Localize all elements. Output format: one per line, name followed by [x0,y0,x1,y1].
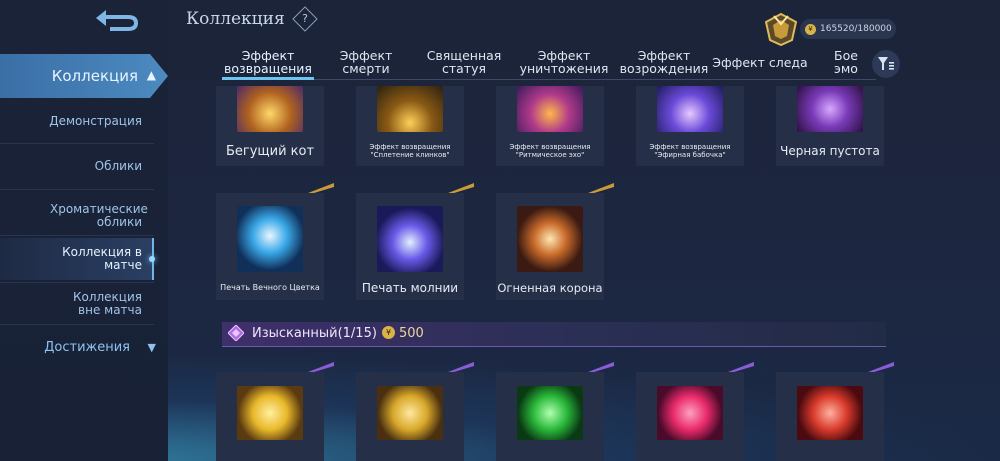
chevron-up-icon: ▲ [146,68,156,82]
rank-emblem-icon [764,12,798,46]
card-label: Эффект возвращения "Эфирная бабочка" [649,143,731,159]
card-label: Эффект возвращения "Сплетение клинков" [369,143,451,159]
tab-bar: Эффект возвращения Эффект смерти Священн… [222,46,886,80]
collection-card[interactable]: Печать молнии [356,183,474,300]
collection-card[interactable]: Эффект возвращения "Ритмическое эхо" [496,86,604,166]
sidebar-main-label: Коллекция [51,67,138,85]
gem-icon [228,325,244,341]
active-tab-indicator [222,77,314,80]
section-title: Изысканный(1/15) [252,326,377,341]
sidebar-item-skins[interactable]: Облики [0,160,154,173]
rarity-ribbon-icon [868,362,894,372]
sidebar-item-collection[interactable]: Коллекция ▲ [0,54,168,98]
effect-thumbnail [517,386,583,440]
coin-icon: ¥ [805,23,816,35]
back-arrow-icon[interactable] [88,6,142,36]
effect-thumbnail [377,206,443,272]
sidebar-item-achievements[interactable]: Достижения ▼ [0,340,156,355]
divider [0,235,154,236]
card-label: Печать молнии [361,281,459,295]
effect-thumbnail [237,86,303,132]
rarity-ribbon-icon [448,362,474,372]
effect-thumbnail [237,206,303,272]
rarity-ribbon-icon [448,183,474,193]
collection-card[interactable]: Бегущий кот [216,86,324,166]
sidebar-item-chromatic-skins[interactable]: Хроматические облики [0,203,154,229]
rarity-section-header: Изысканный(1/15) ¥ 500 [222,322,886,347]
tab-revival-effect[interactable]: Эффект возрождения [616,46,712,78]
section-price: 500 [399,326,424,341]
collection-card[interactable]: Эффект возвращения "Сплетение клинков" [356,86,464,166]
tab-return-effect[interactable]: Эффект возвращения [222,46,314,78]
effect-thumbnail [517,86,583,132]
effect-thumbnail [517,206,583,272]
effect-thumbnail [377,386,443,440]
sidebar-item-demonstration[interactable]: Демонстрация [0,115,154,128]
active-indicator-icon [149,256,155,262]
collection-card[interactable] [216,362,334,461]
rarity-ribbon-icon [588,183,614,193]
card-label: Огненная корона [497,281,603,295]
sidebar: Коллекция ▲ Демонстрация Облики Хроматич… [0,0,168,461]
collection-card[interactable] [636,362,754,461]
rarity-ribbon-icon [588,362,614,372]
points-counter: ¥ 165520/180000 [800,19,896,39]
effect-thumbnail [797,86,863,132]
card-label: Эффект возвращения "Ритмическое эхо" [509,143,591,159]
rarity-ribbon-icon [308,362,334,372]
card-label: Печать Вечного Цветка [220,283,320,292]
sidebar-item-out-of-match[interactable]: Коллекция вне матча [0,291,154,317]
rarity-ribbon-icon [728,362,754,372]
chevron-down-icon: ▼ [147,341,156,354]
effect-thumbnail [657,386,723,440]
collection-card[interactable]: Черная пустота [776,86,884,166]
filter-button[interactable] [872,50,900,78]
collection-card[interactable]: Огненная корона [496,183,614,300]
achievements-label: Достижения [44,340,130,355]
collection-card[interactable] [356,362,474,461]
collection-card[interactable]: Печать Вечного Цветка [216,183,334,300]
tab-destruction-effect[interactable]: Эффект уничтожения [518,46,610,78]
rarity-ribbon-icon [308,183,334,193]
collection-card[interactable] [496,362,614,461]
effect-thumbnail [377,86,443,132]
card-label: Черная пустота [780,144,880,158]
divider [0,143,154,144]
page-title: Коллекция [186,9,285,29]
points-value: 165520/180000 [820,24,892,34]
collection-card[interactable] [776,362,894,461]
divider [0,324,154,325]
effect-thumbnail [797,386,863,440]
effect-thumbnail [237,386,303,440]
divider [0,189,154,190]
sidebar-item-in-match[interactable]: Коллекция в матче [0,246,154,272]
filter-icon [878,57,894,70]
tab-sacred-statue[interactable]: Священная статуя [418,46,510,78]
tab-divider [222,79,876,80]
coin-icon: ¥ [382,326,395,339]
collection-card[interactable]: Эффект возвращения "Эфирная бабочка" [636,86,744,166]
tab-battle-emotes[interactable]: Бое эмо [824,46,868,78]
divider [0,282,154,283]
effect-thumbnail [657,86,723,132]
tab-trail-effect[interactable]: Эффект следа [712,46,808,78]
card-label: Бегущий кот [225,144,315,159]
help-icon[interactable]: ? [292,6,318,32]
tab-death-effect[interactable]: Эффект смерти [326,46,406,78]
